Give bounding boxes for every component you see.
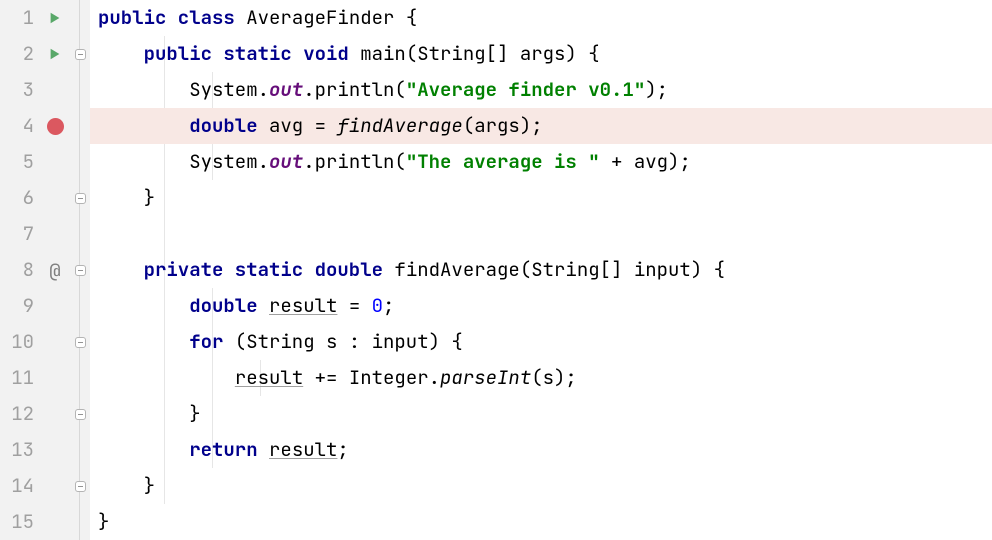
line-number[interactable]: 10 bbox=[0, 324, 34, 360]
code-line[interactable]: public class AverageFinder { bbox=[98, 0, 992, 36]
code-line-breakpoint[interactable]: double avg = findAverage(args); bbox=[98, 108, 992, 144]
fold-toggle-icon[interactable] bbox=[75, 193, 86, 204]
code-line[interactable]: } bbox=[98, 504, 992, 540]
fold-toggle-icon[interactable] bbox=[75, 409, 86, 420]
fold-toggle-icon[interactable] bbox=[75, 481, 86, 492]
line-number[interactable]: 5 bbox=[0, 144, 34, 180]
code-line[interactable]: return result; bbox=[98, 432, 992, 468]
code-line[interactable] bbox=[98, 216, 992, 252]
line-number[interactable]: 3 bbox=[0, 72, 34, 108]
line-number[interactable]: 4 bbox=[0, 108, 34, 144]
code-line[interactable]: double result = 0; bbox=[98, 288, 992, 324]
fold-toggle-icon[interactable] bbox=[75, 49, 86, 60]
breakpoint-icon[interactable] bbox=[47, 118, 64, 135]
fold-toggle-icon[interactable] bbox=[75, 337, 86, 348]
line-number[interactable]: 2 bbox=[0, 36, 34, 72]
run-configuration-icon[interactable] bbox=[48, 11, 62, 25]
code-line[interactable]: result += Integer.parseInt(s); bbox=[98, 360, 992, 396]
line-number[interactable]: 13 bbox=[0, 432, 34, 468]
line-number[interactable]: 14 bbox=[0, 468, 34, 504]
code-line[interactable]: } bbox=[98, 396, 992, 432]
code-line[interactable]: } bbox=[98, 468, 992, 504]
line-number[interactable]: 1 bbox=[0, 0, 34, 36]
gutter: 1 2 3 4 5 6 7 8 9 10 11 12 13 14 15 bbox=[0, 0, 90, 540]
fold-toggle-icon[interactable] bbox=[75, 265, 86, 276]
line-number[interactable]: 6 bbox=[0, 180, 34, 216]
code-line[interactable]: private static double findAverage(String… bbox=[98, 252, 992, 288]
code-line[interactable]: } bbox=[98, 180, 992, 216]
line-number[interactable]: 9 bbox=[0, 288, 34, 324]
code-line[interactable]: public static void main(String[] args) { bbox=[98, 36, 992, 72]
override-icon[interactable]: @ bbox=[49, 261, 60, 280]
gutter-icons-column: @ bbox=[40, 0, 70, 540]
code-line[interactable]: System.out.println("Average finder v0.1"… bbox=[98, 72, 992, 108]
code-area[interactable]: public class AverageFinder { public stat… bbox=[90, 0, 992, 540]
line-number[interactable]: 8 bbox=[0, 252, 34, 288]
run-configuration-icon[interactable] bbox=[48, 47, 62, 61]
code-line[interactable]: System.out.println("The average is " + a… bbox=[98, 144, 992, 180]
code-line[interactable]: for (String s : input) { bbox=[98, 324, 992, 360]
line-number[interactable]: 11 bbox=[0, 360, 34, 396]
line-number[interactable]: 15 bbox=[0, 504, 34, 540]
line-numbers-column: 1 2 3 4 5 6 7 8 9 10 11 12 13 14 15 bbox=[0, 0, 40, 540]
line-number[interactable]: 12 bbox=[0, 396, 34, 432]
line-number[interactable]: 7 bbox=[0, 216, 34, 252]
fold-column bbox=[70, 0, 90, 540]
